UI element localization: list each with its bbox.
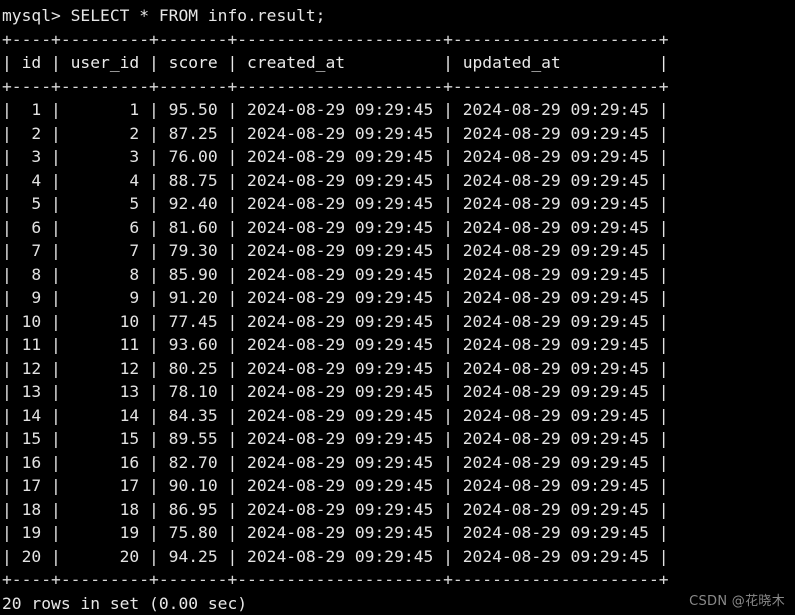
table-separator-top: +----+---------+-------+----------------… <box>2 29 669 49</box>
table-separator-bottom: +----+---------+-------+----------------… <box>2 570 669 589</box>
terminal-window[interactable]: mysql> SELECT * FROM info.result; +----+… <box>0 0 795 615</box>
table-row: | 1 | 1 | 95.50 | 2024-08-29 09:29:45 | … <box>2 100 669 119</box>
table-separator-header: +----+---------+-------+----------------… <box>2 76 669 96</box>
table-header-row: | id | user_id | score | created_at | up… <box>2 53 669 72</box>
table-row: | 13 | 13 | 78.10 | 2024-08-29 09:29:45 … <box>2 382 669 401</box>
table-row: | 17 | 17 | 90.10 | 2024-08-29 09:29:45 … <box>2 476 669 495</box>
table-row: | 6 | 6 | 81.60 | 2024-08-29 09:29:45 | … <box>2 217 669 237</box>
table-row: | 16 | 16 | 82.70 | 2024-08-29 09:29:45 … <box>2 452 669 472</box>
table-row: | 11 | 11 | 93.60 | 2024-08-29 09:29:45 … <box>2 335 669 354</box>
table-row: | 8 | 8 | 85.90 | 2024-08-29 09:29:45 | … <box>2 264 669 284</box>
table-row: | 7 | 7 | 79.30 | 2024-08-29 09:29:45 | … <box>2 241 669 260</box>
table-row: | 2 | 2 | 87.25 | 2024-08-29 09:29:45 | … <box>2 123 669 143</box>
table-row: | 20 | 20 | 94.25 | 2024-08-29 09:29:45 … <box>2 546 669 566</box>
table-row: | 10 | 10 | 77.45 | 2024-08-29 09:29:45 … <box>2 311 669 331</box>
table-row: | 4 | 4 | 88.75 | 2024-08-29 09:29:45 | … <box>2 170 669 190</box>
table-body: | 1 | 1 | 95.50 | 2024-08-29 09:29:45 | … <box>2 98 795 568</box>
mysql-prompt-line: mysql> SELECT * FROM info.result; <box>2 6 326 25</box>
table-row: | 15 | 15 | 89.55 | 2024-08-29 09:29:45 … <box>2 429 669 448</box>
table-row: | 3 | 3 | 76.00 | 2024-08-29 09:29:45 | … <box>2 147 669 166</box>
csdn-watermark: CSDN @花晓木 <box>689 594 785 609</box>
table-row: | 12 | 12 | 80.25 | 2024-08-29 09:29:45 … <box>2 358 669 378</box>
result-status-line: 20 rows in set (0.00 sec) <box>2 593 248 613</box>
table-row: | 18 | 18 | 86.95 | 2024-08-29 09:29:45 … <box>2 499 669 519</box>
table-row: | 5 | 5 | 92.40 | 2024-08-29 09:29:45 | … <box>2 194 669 213</box>
table-row: | 14 | 14 | 84.35 | 2024-08-29 09:29:45 … <box>2 405 669 425</box>
table-row: | 19 | 19 | 75.80 | 2024-08-29 09:29:45 … <box>2 523 669 542</box>
table-row: | 9 | 9 | 91.20 | 2024-08-29 09:29:45 | … <box>2 288 669 307</box>
